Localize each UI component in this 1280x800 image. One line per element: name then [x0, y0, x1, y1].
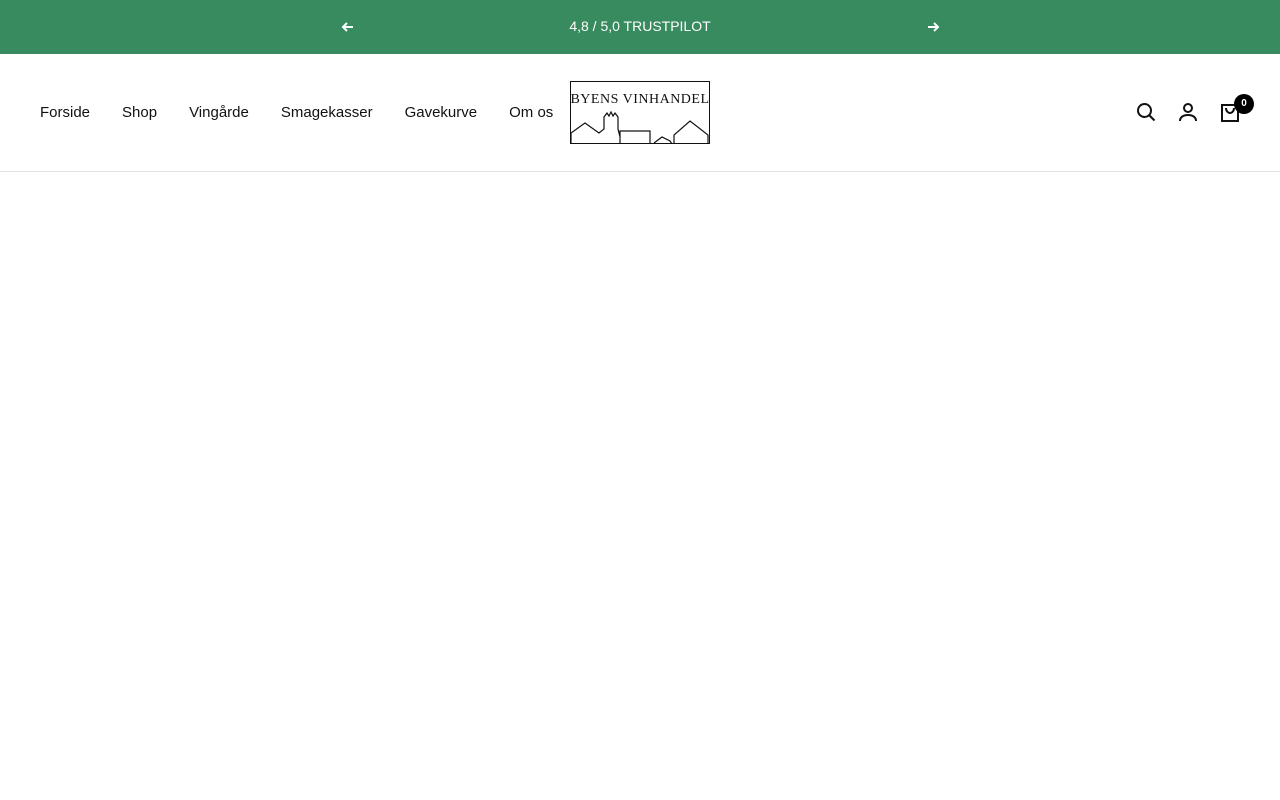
- svg-text:BYENS VINHANDEL: BYENS VINHANDEL: [570, 92, 709, 107]
- search-icon: [1137, 103, 1156, 122]
- nav-gavekurve[interactable]: Gavekurve: [405, 104, 478, 121]
- cart-button[interactable]: 0: [1220, 94, 1254, 122]
- nav-forside[interactable]: Forside: [40, 104, 90, 121]
- nav-vingaarde[interactable]: Vingårde: [189, 104, 249, 121]
- nav-om-os[interactable]: Om os: [509, 104, 553, 121]
- arrow-right-icon: [928, 22, 940, 32]
- account-icon: [1179, 103, 1197, 122]
- nav-shop[interactable]: Shop: [122, 104, 157, 121]
- cart-count-badge: 0: [1234, 94, 1254, 114]
- main-nav: Forside Shop Vingårde Smagekasser Gaveku…: [40, 104, 553, 121]
- site-header: Forside Shop Vingårde Smagekasser Gaveku…: [0, 54, 1280, 172]
- next-announcement-button[interactable]: [925, 17, 941, 37]
- search-button[interactable]: [1136, 102, 1156, 122]
- announcement-bar: 4,8 / 5,0 TRUSTPILOT: [0, 0, 1280, 54]
- logo[interactable]: BYENS VINHANDEL: [570, 81, 710, 148]
- nav-smagekasser[interactable]: Smagekasser: [281, 104, 373, 121]
- account-button[interactable]: [1178, 102, 1198, 122]
- header-icons: 0: [1136, 94, 1254, 122]
- announcement-text: 4,8 / 5,0 TRUSTPILOT: [569, 18, 711, 34]
